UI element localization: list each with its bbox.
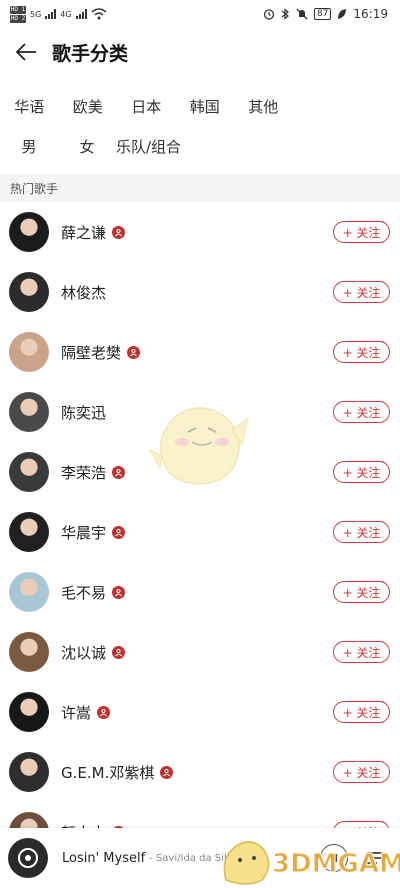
filter-type-item[interactable]: 乐队/组合 xyxy=(116,136,181,157)
artist-name: 华晨宇 xyxy=(61,523,107,542)
filter-region-item[interactable]: 韩国 xyxy=(176,96,235,117)
type-filter-row: 男 女 乐队/组合 xyxy=(0,126,400,166)
back-arrow-icon xyxy=(15,43,36,61)
back-button[interactable] xyxy=(0,28,52,76)
artist-avatar[interactable] xyxy=(9,692,49,732)
disc-icon xyxy=(18,848,38,868)
filter-region-item[interactable]: 欧美 xyxy=(59,96,118,117)
follow-button[interactable]: + 关注 xyxy=(333,701,390,723)
verified-user-icon xyxy=(112,225,126,239)
header-bar: 歌手分类 xyxy=(0,28,400,76)
artist-row[interactable]: 毛不易 + 关注 xyxy=(0,562,400,622)
verified-user-icon xyxy=(97,705,111,719)
signal-icon xyxy=(45,9,57,19)
artist-name: 薛之谦 xyxy=(61,223,107,242)
category-filters: 华语 欧美 日本 韩国 其他 男 女 乐队/组合 xyxy=(0,86,400,166)
artist-avatar[interactable] xyxy=(9,512,49,552)
artist-avatar[interactable] xyxy=(9,572,49,612)
artist-row[interactable]: 隔壁老樊 + 关注 xyxy=(0,322,400,382)
follow-button[interactable]: + 关注 xyxy=(333,761,390,783)
verified-user-icon xyxy=(112,465,126,479)
artist-name: 隔壁老樊 xyxy=(61,343,122,362)
bluetooth-icon xyxy=(281,8,289,20)
battery-indicator: 87 xyxy=(313,8,332,20)
verified-user-icon xyxy=(160,765,174,779)
verified-user-icon xyxy=(112,525,126,539)
artist-row[interactable]: 林俊杰 + 关注 xyxy=(0,262,400,322)
watermark-text: 3DMGAME xyxy=(272,849,400,879)
status-left: HD 1 HD 2 5G 4G xyxy=(10,5,107,23)
artist-avatar[interactable] xyxy=(9,332,49,372)
artist-avatar[interactable] xyxy=(9,452,49,492)
artist-name: 毛不易 xyxy=(61,583,107,602)
artist-name: G.E.M.邓紫棋 xyxy=(61,763,155,782)
follow-button[interactable]: + 关注 xyxy=(333,641,390,663)
status-right: 87 16:19 xyxy=(263,7,388,21)
section-header-hot-artists: 热门歌手 xyxy=(0,174,400,202)
follow-button[interactable]: + 关注 xyxy=(333,401,390,423)
alarm-icon xyxy=(263,9,275,20)
status-bar: HD 1 HD 2 5G 4G 87 16:19 xyxy=(0,0,400,28)
verified-user-icon xyxy=(112,645,126,659)
verified-user-icon xyxy=(112,585,126,599)
wifi-icon xyxy=(91,8,107,20)
artist-name: 陈奕迅 xyxy=(61,403,107,422)
leaf-icon xyxy=(338,9,347,19)
follow-button[interactable]: + 关注 xyxy=(333,221,390,243)
artist-avatar[interactable] xyxy=(9,632,49,672)
follow-button[interactable]: + 关注 xyxy=(333,341,390,363)
artist-name: 沈以诚 xyxy=(61,643,107,662)
artist-row[interactable]: 华晨宇 + 关注 xyxy=(0,502,400,562)
artist-name: 李荣浩 xyxy=(61,463,107,482)
mascot-watermark-image xyxy=(148,407,249,485)
signal-icon-2 xyxy=(75,9,87,19)
clock: 16:19 xyxy=(353,7,388,21)
follow-button[interactable]: + 关注 xyxy=(333,581,390,603)
artist-avatar[interactable] xyxy=(9,752,49,792)
follow-button[interactable]: + 关注 xyxy=(333,281,390,303)
now-playing-title: Losin' Myself xyxy=(62,850,146,866)
hd-indicator: HD 1 HD 2 xyxy=(10,5,26,23)
filter-region-item[interactable]: 其他 xyxy=(234,96,293,117)
artist-avatar[interactable] xyxy=(9,212,49,252)
filter-region-item[interactable]: 华语 xyxy=(0,96,59,117)
network-5g-label: 5G xyxy=(30,9,42,19)
artist-row[interactable]: 薛之谦 + 关注 xyxy=(0,202,400,262)
artist-avatar[interactable] xyxy=(9,392,49,432)
site-watermark: 3DMGAME xyxy=(223,841,400,885)
filter-region-item[interactable]: 日本 xyxy=(117,96,176,117)
filter-type-item[interactable]: 男 xyxy=(0,136,58,157)
artist-avatar[interactable] xyxy=(9,272,49,312)
artist-row[interactable]: 许嵩 + 关注 xyxy=(0,682,400,742)
mute-icon xyxy=(296,8,308,20)
filter-type-item[interactable]: 女 xyxy=(58,136,116,157)
hd1-label: HD 1 xyxy=(10,5,26,14)
verified-user-icon xyxy=(127,345,141,359)
network-4g-label: 4G xyxy=(60,9,72,19)
region-filter-row: 华语 欧美 日本 韩国 其他 xyxy=(0,86,400,126)
artist-name: 林俊杰 xyxy=(61,283,107,302)
artist-row[interactable]: G.E.M.邓紫棋 + 关注 xyxy=(0,742,400,802)
artist-list: 薛之谦 + 关注 林俊杰 + 关注 隔壁老樊 + 关注 陈奕迅 + 关注 李荣浩 + 关注 华晨宇 +… xyxy=(0,202,400,862)
follow-button[interactable]: + 关注 xyxy=(333,461,390,483)
page-title: 歌手分类 xyxy=(52,42,129,65)
now-playing-cover[interactable] xyxy=(8,838,48,878)
artist-name: 许嵩 xyxy=(61,703,92,722)
hd2-label: HD 2 xyxy=(10,14,26,23)
follow-button[interactable]: + 关注 xyxy=(333,521,390,543)
artist-row[interactable]: 沈以诚 + 关注 xyxy=(0,622,400,682)
